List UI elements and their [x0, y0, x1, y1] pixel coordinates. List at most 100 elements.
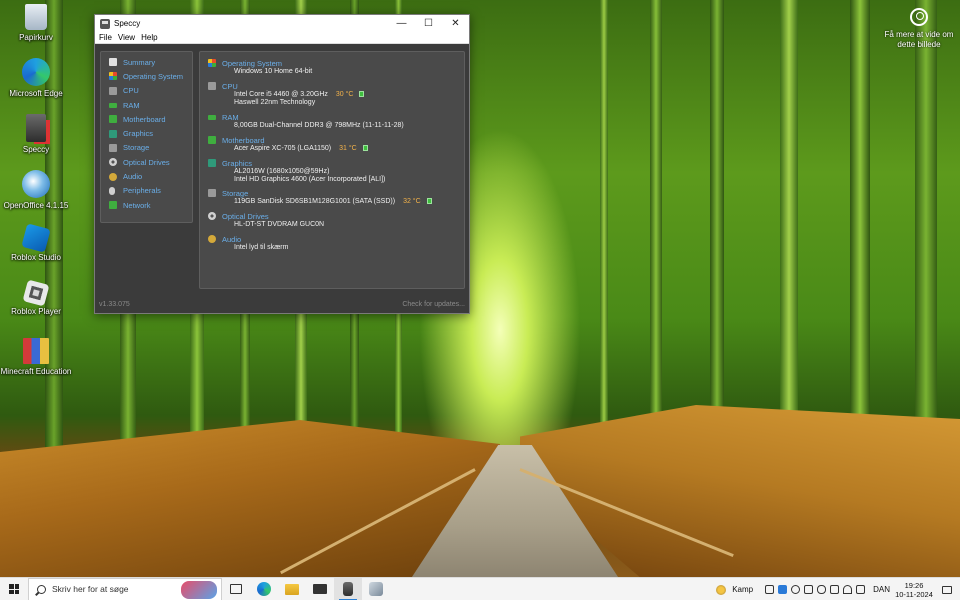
maximize-icon: ☐ [424, 18, 433, 29]
minimize-icon: — [396, 18, 407, 29]
sidebar-item-label: Storage [123, 143, 150, 153]
task-view-icon [230, 584, 242, 594]
motherboard-temperature: 31 °C [339, 145, 357, 152]
taskbar-mail[interactable] [306, 578, 334, 600]
sidebar-item-label: Audio [123, 172, 143, 182]
sidebar-item-operating-system[interactable]: Operating System [101, 69, 192, 83]
bluetooth-icon[interactable] [778, 585, 788, 594]
section-audio: Audio Intel lyd til skærm [208, 234, 288, 252]
security-icon[interactable] [791, 585, 801, 594]
notification-icon [942, 585, 952, 594]
storage-drive: 119GB SanDisk SD6SB1M128G1001 (SATA (SSD… [234, 198, 396, 205]
app-icon [369, 582, 383, 596]
title-bar[interactable]: Speccy — ☐ ✕ [95, 15, 469, 32]
search-icon [37, 584, 46, 594]
sidebar-item-peripherals[interactable]: Peripherals [101, 184, 192, 198]
section-title: Audio [222, 234, 242, 244]
speaker-icon[interactable] [856, 585, 866, 594]
menu-file[interactable]: File [99, 33, 112, 42]
cpu-icon [109, 86, 117, 95]
taskbar-search[interactable]: Skriv her for at søge [28, 577, 222, 600]
search-highlight-image [181, 580, 217, 599]
sidebar-item-label: Motherboard [123, 114, 166, 124]
temperature-indicator-icon [362, 145, 368, 151]
onedrive-icon[interactable] [817, 585, 827, 594]
notifications-button[interactable] [938, 585, 956, 594]
menu-help[interactable]: Help [141, 33, 157, 42]
check-updates-link[interactable]: Check for updates... [402, 301, 465, 308]
version-label: v1.33.075 [99, 300, 130, 308]
sidebar-item-optical-drives[interactable]: Optical Drives [101, 155, 192, 169]
display-icon[interactable] [830, 585, 840, 594]
speccy-window: Speccy — ☐ ✕ File View Help Summary Oper… [94, 14, 470, 314]
desktop-icon-openoffice[interactable]: OpenOffice 4.1.15 [0, 170, 72, 210]
desktop-icon-recycle-bin[interactable]: Papirkurv [0, 4, 72, 42]
desktop-icon-edge[interactable]: Microsoft Edge [0, 58, 72, 98]
desktop-icon-label: Papirkurv [19, 33, 53, 42]
close-button[interactable]: ✕ [442, 15, 469, 32]
desktop-icon-label: Roblox Player [11, 307, 61, 316]
wifi-icon[interactable] [843, 585, 853, 594]
network-icon[interactable] [804, 585, 814, 594]
sidebar-item-audio[interactable]: Audio [101, 169, 192, 183]
desktop-icon-speccy[interactable]: Speccy [0, 114, 72, 154]
windows-icon [109, 72, 117, 81]
desktop-icon-roblox-player[interactable]: Roblox Player [0, 279, 72, 316]
language-indicator[interactable]: DAN [873, 585, 890, 594]
clock[interactable]: 19:26 10-11-2024 [894, 581, 934, 599]
sidebar-item-ram[interactable]: RAM [101, 98, 192, 112]
recycle-bin-icon [25, 4, 47, 30]
sidebar-item-motherboard[interactable]: Motherboard [101, 112, 192, 126]
speccy-app-icon [100, 18, 110, 29]
weather-icon [716, 584, 727, 595]
battery-icon[interactable] [765, 585, 775, 594]
section-graphics: Graphics AL2016W (1680x1050@59Hz) Intel … [208, 158, 385, 184]
ram-value: 8,00GB Dual-Channel DDR3 @ 798MHz (11-11… [234, 122, 404, 129]
section-storage: Storage 119GB SanDisk SD6SB1M128G1001 (S… [208, 188, 432, 206]
temperature-indicator-icon [359, 91, 365, 97]
taskbar-app[interactable] [362, 578, 390, 600]
section-title: Optical Drives [222, 211, 269, 221]
start-button[interactable] [0, 578, 28, 600]
monitor-icon [109, 129, 117, 138]
temperature-indicator-icon [426, 198, 432, 204]
cpu-temperature: 30 °C [335, 91, 354, 98]
desktop-icon-roblox-studio[interactable]: Roblox Studio [0, 223, 72, 262]
section-title: Storage [222, 188, 249, 198]
speaker-icon [208, 235, 216, 243]
network-icon [109, 201, 117, 210]
sidebar-item-label: Optical Drives [123, 157, 170, 167]
desktop-icon-label: OpenOffice 4.1.15 [3, 201, 69, 210]
section-title: Motherboard [222, 135, 265, 145]
sidebar-item-graphics[interactable]: Graphics [101, 126, 192, 140]
section-title: Graphics [222, 158, 253, 168]
sidebar-item-cpu[interactable]: CPU [101, 84, 192, 98]
taskbar-edge[interactable] [250, 578, 278, 600]
sidebar-item-label: Graphics [123, 129, 154, 139]
sidebar-item-storage[interactable]: Storage [101, 141, 192, 155]
learn-more-about-image[interactable]: Få mere at vide om dette billede [884, 8, 954, 50]
menu-bar: File View Help [95, 32, 469, 44]
minimize-button[interactable]: — [388, 15, 415, 32]
edge-icon [257, 582, 271, 596]
edge-icon [22, 58, 50, 86]
taskbar-speccy[interactable] [334, 577, 362, 600]
graphics-card: Intel HD Graphics 4600 (Acer Incorporate… [234, 176, 386, 183]
cpu-model: Intel Core i5 4460 @ 3.20GHz [234, 91, 328, 98]
search-placeholder: Skriv her for at søge [52, 584, 129, 594]
task-view-button[interactable] [222, 578, 250, 600]
section-title: Operating System [222, 58, 283, 68]
menu-view[interactable]: View [118, 33, 135, 42]
sidebar-item-summary[interactable]: Summary [101, 55, 192, 69]
weather-widget[interactable]: Kamp [716, 584, 754, 595]
sidebar-item-network[interactable]: Network [101, 198, 192, 212]
audio-value: Intel lyd til skærm [234, 244, 289, 251]
maximize-button[interactable]: ☐ [415, 15, 442, 32]
learn-more-line1: Få mere at vide om [884, 30, 954, 39]
desktop-icon-label: Speccy [22, 145, 50, 154]
taskbar-file-explorer[interactable] [278, 578, 306, 600]
windows-icon [208, 59, 216, 67]
summary-icon [109, 58, 117, 67]
weather-label: Kamp [732, 585, 754, 594]
desktop-icon-minecraft-education[interactable]: Minecraft Education [0, 338, 72, 376]
